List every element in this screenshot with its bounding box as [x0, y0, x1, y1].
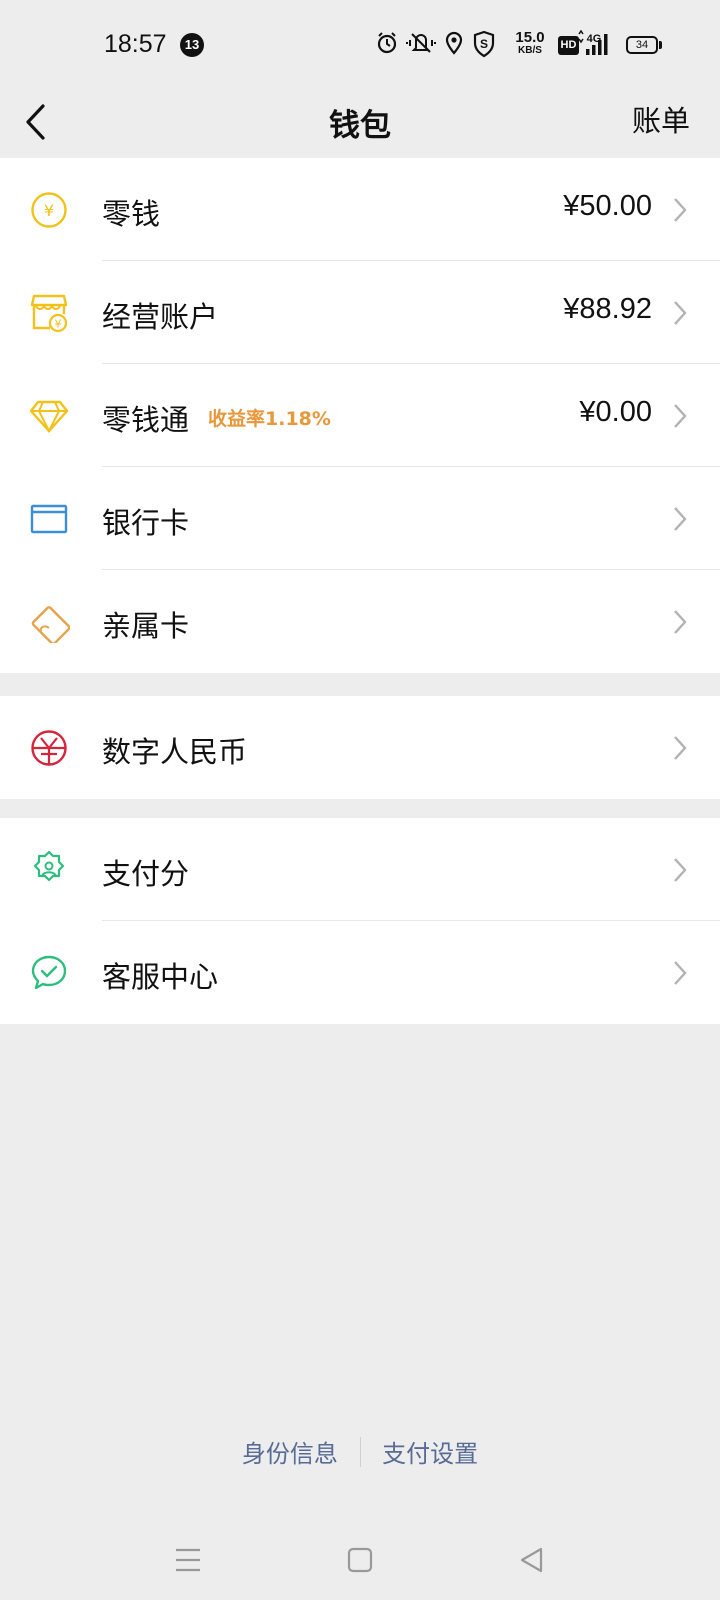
row-label: 数字人民币 — [102, 735, 248, 769]
home-icon[interactable] — [342, 1542, 378, 1578]
svg-text:¥: ¥ — [55, 318, 62, 331]
battery-indicator: 34 — [626, 36, 658, 54]
footer-links: 身份信息 支付设置 — [0, 1434, 720, 1469]
page-title: 钱包 — [329, 108, 391, 144]
nav-header: 钱包 账单 — [0, 90, 720, 158]
chevron-right-icon — [674, 404, 687, 428]
payment-settings-link[interactable]: 支付设置 — [382, 1434, 478, 1469]
row-label: 零钱通 — [102, 403, 190, 437]
row-label: 亲属卡 — [102, 609, 190, 643]
svg-text:¥: ¥ — [44, 201, 54, 220]
customer-service-icon — [31, 955, 67, 990]
row-digital-rmb[interactable]: 数字人民币 — [0, 696, 720, 799]
row-bank-card[interactable]: 银行卡 — [0, 467, 720, 570]
family-card-icon — [31, 606, 70, 643]
svg-text:S: S — [480, 37, 488, 51]
row-label: 支付分 — [102, 857, 190, 891]
identity-info-link[interactable]: 身份信息 — [242, 1434, 338, 1469]
row-label: 客服中心 — [102, 960, 219, 994]
store-icon: ¥ — [30, 294, 68, 333]
row-pay-score[interactable]: 支付分 — [0, 818, 720, 921]
back-triangle-icon[interactable] — [514, 1542, 550, 1578]
chevron-right-icon — [674, 301, 687, 325]
chevron-right-icon — [674, 610, 687, 634]
wallet-group-digital: 数字人民币 — [0, 696, 720, 799]
yield-rate-tag: 收益率1.18% — [208, 408, 331, 430]
chevron-right-icon — [674, 858, 687, 882]
chevron-right-icon — [674, 198, 687, 222]
footer-separator — [359, 1436, 361, 1467]
chevron-right-icon — [674, 507, 687, 531]
status-bar: 18:57 13 S 15.0 KB/S HD 4G 34 — [0, 0, 720, 90]
row-business-account[interactable]: ¥ 经营账户 ¥88.92 — [0, 261, 720, 364]
digital-rmb-icon — [31, 730, 67, 766]
signal-icon: 4G — [578, 30, 608, 55]
status-time: 18:57 — [104, 30, 167, 58]
row-label: 经营账户 — [102, 300, 219, 334]
net-speed: 15.0 KB/S — [515, 29, 545, 56]
pay-score-icon — [33, 850, 65, 882]
bank-card-icon — [30, 504, 68, 534]
battery-tip — [659, 41, 662, 49]
bill-button[interactable]: 账单 — [632, 98, 690, 140]
row-change[interactable]: ¥ 零钱 ¥50.00 — [0, 158, 720, 261]
diamond-icon — [29, 400, 69, 434]
row-amount: ¥88.92 — [563, 293, 652, 325]
row-label: 银行卡 — [102, 506, 190, 540]
menu-icon[interactable] — [170, 1542, 206, 1578]
notification-count-badge: 13 — [180, 33, 204, 57]
chevron-right-icon — [674, 736, 687, 760]
location-icon — [445, 31, 463, 55]
row-label: 零钱 — [102, 197, 161, 231]
alarm-icon — [377, 32, 397, 54]
row-amount: ¥0.00 — [579, 396, 652, 428]
row-amount: ¥50.00 — [563, 190, 652, 222]
yuan-coin-icon: ¥ — [31, 192, 67, 228]
row-customer-service[interactable]: 客服中心 — [0, 921, 720, 1024]
system-nav-bar — [0, 1520, 720, 1600]
row-wealth-change[interactable]: 零钱通 收益率1.18% ¥0.00 — [0, 364, 720, 467]
row-family-card[interactable]: 亲属卡 — [0, 570, 720, 673]
wallet-group-main: ¥ 零钱 ¥50.00 ¥ 经营账户 ¥88.92 零钱通 收益率1.18% ¥… — [0, 158, 720, 673]
wallet-group-services: 支付分 客服中心 — [0, 818, 720, 1024]
vibrate-off-icon — [406, 33, 436, 53]
chevron-right-icon — [674, 961, 687, 985]
shield-icon: S — [473, 30, 495, 58]
